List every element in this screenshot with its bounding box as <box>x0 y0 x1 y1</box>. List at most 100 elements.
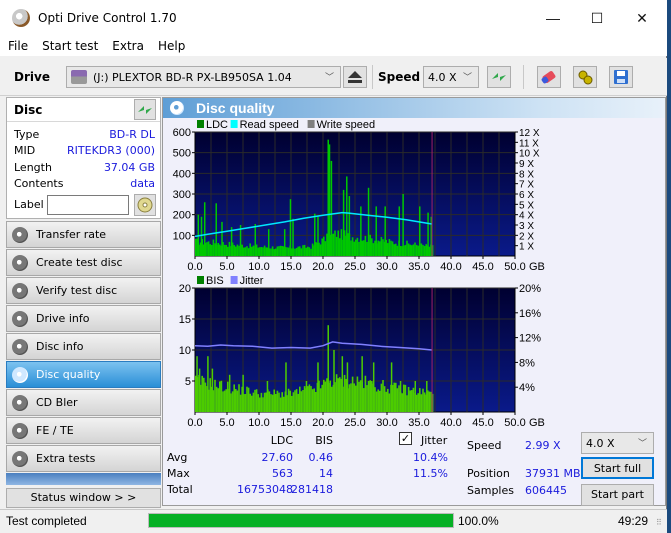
ldc-spike <box>328 144 331 256</box>
ldc-bar <box>276 246 279 256</box>
bis-bar <box>353 383 355 412</box>
nav-extra-tests[interactable]: Extra tests <box>6 445 161 472</box>
ldc-bar <box>273 249 275 256</box>
nav-create-test-disc[interactable]: Create test disc <box>6 249 161 276</box>
disc-label-input[interactable] <box>47 195 129 215</box>
resize-grip-icon[interactable]: ⠿ <box>656 518 662 527</box>
speed-select[interactable]: 4.0 X ﹀ <box>423 66 479 88</box>
ldc-bar <box>361 240 363 256</box>
bis-bar <box>252 392 255 412</box>
x-tick-label: 0.0 <box>187 417 202 428</box>
start-part-button[interactable]: Start part <box>581 484 654 506</box>
y-tick-label: 500 <box>173 148 191 160</box>
x-tick-label: 15.0 <box>280 417 301 428</box>
erase-button[interactable] <box>537 66 561 88</box>
y-tick-label: 100 <box>173 230 191 242</box>
speed-label: Speed <box>378 70 421 84</box>
menu-extra[interactable]: Extra <box>106 39 150 53</box>
status-window-button[interactable]: Status window > > <box>6 488 161 508</box>
save-button[interactable] <box>609 66 633 88</box>
x-tick-label: 35.0 <box>408 261 429 273</box>
bis-bar <box>231 391 234 412</box>
ldc-bar <box>393 244 395 256</box>
nav-label: Verify test disc <box>36 284 118 297</box>
ldc-bar <box>279 245 282 256</box>
ldc-bar <box>299 246 301 256</box>
ldc-spike <box>314 213 316 256</box>
close-button[interactable]: ✕ <box>619 0 665 36</box>
disc-tool-icon <box>12 282 28 299</box>
speed-value: 4.0 X <box>428 70 457 84</box>
menu-help[interactable]: Help <box>152 39 191 53</box>
bis-bar <box>230 393 232 412</box>
x-tick-label: 20.0 <box>312 261 333 273</box>
ldc-bar <box>358 241 360 256</box>
nav-transfer-rate[interactable]: Transfer rate <box>6 221 161 248</box>
disc-tool-icon <box>12 226 28 243</box>
ldc-bar <box>369 234 371 256</box>
minimize-button[interactable]: — <box>530 0 576 36</box>
app-disc-icon <box>12 9 30 27</box>
ldc-bar <box>259 247 261 256</box>
bis-bar <box>335 374 338 412</box>
legend-swatch <box>197 120 204 128</box>
bis-bar <box>369 380 371 412</box>
nav-drive-info[interactable]: Drive info <box>6 305 161 332</box>
samples-value: 606445 <box>525 484 567 497</box>
bis-bar <box>420 394 423 412</box>
ldc-bar <box>353 241 355 256</box>
jitter-checkbox[interactable]: ✓ <box>399 432 412 445</box>
y2-tick-label: 9 X <box>519 159 534 170</box>
bis-bar <box>415 394 418 412</box>
ldc-bar <box>238 245 240 256</box>
menu-start-test[interactable]: Start test <box>36 39 104 53</box>
x-tick-label: 25.0 <box>344 261 365 273</box>
nav-verify-test-disc[interactable]: Verify test disc <box>6 277 161 304</box>
bis-bar <box>283 396 285 412</box>
disc-mid-key: MID <box>14 144 36 157</box>
nav-fe-te[interactable]: FE / TE <box>6 417 161 444</box>
ldc-spike <box>292 218 294 256</box>
bis-bar <box>351 376 354 412</box>
settings-button[interactable] <box>573 66 597 88</box>
bis-bar <box>404 384 407 412</box>
nav-disc-quality[interactable]: Disc quality <box>6 361 161 388</box>
nav-cd-bler[interactable]: CD Bler <box>6 389 161 416</box>
bis-bar <box>313 388 315 412</box>
drive-select[interactable]: (J:) PLEXTOR BD-R PX-LB950SA 1.04 ﹀ <box>66 66 341 88</box>
ldc-bar <box>380 236 383 256</box>
y2-tick-label: 2 X <box>519 231 534 242</box>
bis-bar <box>263 392 266 412</box>
chevron-down-icon: ﹀ <box>462 73 472 83</box>
ldc-bar <box>420 243 423 256</box>
bis-bar <box>239 394 242 412</box>
bis-bar <box>401 393 403 412</box>
refresh-button[interactable] <box>487 66 511 88</box>
bis-bar <box>215 386 218 412</box>
disc-tool-icon <box>12 366 28 383</box>
menu-file[interactable]: File <box>2 39 34 53</box>
stat-bis-value: 0.46 <box>308 451 334 464</box>
bis-bar <box>271 394 274 412</box>
bis-bar <box>419 388 421 412</box>
bis-bar <box>238 384 240 412</box>
test-speed-select[interactable]: 4.0 X ﹀ <box>581 432 654 454</box>
bis-bar <box>363 388 365 412</box>
maximize-button[interactable]: ☐ <box>574 0 620 36</box>
ldc-bar <box>287 247 290 256</box>
ldc-bar <box>396 245 399 256</box>
bis-bar <box>374 387 376 412</box>
bis-bar <box>297 393 299 412</box>
ldc-bar <box>335 236 338 256</box>
bis-bar <box>246 386 248 412</box>
nav-disc-info[interactable]: Disc info <box>6 333 161 360</box>
start-full-button[interactable]: Start full <box>581 457 654 479</box>
ldc-bar <box>209 244 211 256</box>
bis-bar <box>295 389 298 412</box>
ldc-spike <box>283 229 286 256</box>
eject-button[interactable] <box>343 66 367 88</box>
disc-label-button[interactable] <box>134 194 156 216</box>
disc-refresh-button[interactable] <box>134 99 156 120</box>
bis-bar <box>367 380 370 412</box>
ldc-spike <box>402 194 404 256</box>
